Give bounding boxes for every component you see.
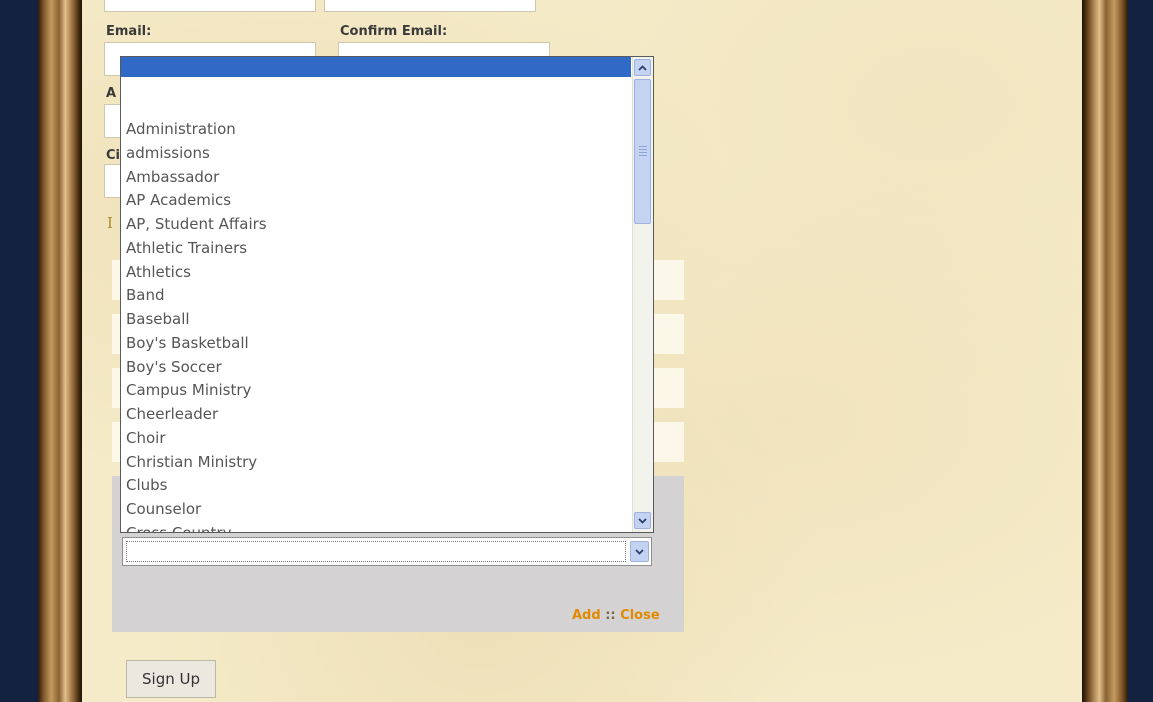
dropdown-option[interactable]: Christian Ministry <box>121 451 631 475</box>
dropdown-option[interactable]: Ambassador <box>121 166 631 190</box>
dropdown-option[interactable]: Cross Country <box>121 522 631 532</box>
dropdown-options: Administration admissions Ambassador AP … <box>121 118 631 532</box>
chevron-down-icon <box>635 548 644 555</box>
scroll-up-button[interactable] <box>634 59 651 76</box>
dropdown-option[interactable]: Boy's Soccer <box>121 356 631 380</box>
dropdown-option[interactable]: Band <box>121 284 631 308</box>
frame-right <box>1082 0 1128 702</box>
close-link[interactable]: Close <box>620 608 659 623</box>
add-link[interactable]: Add <box>572 608 601 623</box>
grip-line <box>639 152 647 153</box>
grip-line <box>639 146 647 147</box>
dropdown-option[interactable]: Cheerleader <box>121 403 631 427</box>
dropdown-option[interactable]: Baseball <box>121 308 631 332</box>
dropdown-option[interactable]: Athletics <box>121 261 631 285</box>
scroll-thumb[interactable] <box>634 79 651 224</box>
grip-line <box>639 149 647 150</box>
dropdown-option[interactable]: Campus Ministry <box>121 379 631 403</box>
partial-text-i: I <box>107 214 113 232</box>
link-separator: :: <box>605 608 616 623</box>
dropdown-option[interactable]: Clubs <box>121 474 631 498</box>
frame-left <box>38 0 82 702</box>
top-field-right[interactable] <box>324 0 536 12</box>
department-dropdown-list[interactable]: Administration admissions Ambassador AP … <box>120 56 654 533</box>
dropdown-option[interactable]: AP, Student Affairs <box>121 213 631 237</box>
dropdown-option[interactable]: AP Academics <box>121 189 631 213</box>
chevron-down-icon <box>638 517 647 524</box>
partial-label-a: A <box>106 86 117 101</box>
panel-links: Add :: Close <box>572 608 660 623</box>
dropdown-option[interactable]: Administration <box>121 118 631 142</box>
partial-label-ci: Ci <box>106 148 120 163</box>
scroll-down-button[interactable] <box>634 512 651 529</box>
top-field-left[interactable] <box>104 0 316 12</box>
confirm-email-label: Confirm Email: <box>340 24 448 39</box>
select-arrow-button[interactable] <box>630 541 649 562</box>
grip-line <box>639 155 647 156</box>
dropdown-option[interactable]: Athletic Trainers <box>121 237 631 261</box>
dropdown-option[interactable]: Counselor <box>121 498 631 522</box>
dropdown-blank-option[interactable] <box>121 77 631 121</box>
dropdown-highlighted-option[interactable] <box>121 57 631 77</box>
dropdown-scrollbar[interactable] <box>632 57 653 532</box>
select-value <box>126 541 626 562</box>
dropdown-option[interactable]: Boy's Basketball <box>121 332 631 356</box>
department-select[interactable] <box>122 537 652 566</box>
signup-button[interactable]: Sign Up <box>126 660 216 698</box>
chevron-up-icon <box>638 64 647 71</box>
dropdown-option[interactable]: admissions <box>121 142 631 166</box>
dropdown-option[interactable]: Choir <box>121 427 631 451</box>
email-label: Email: <box>106 24 152 39</box>
